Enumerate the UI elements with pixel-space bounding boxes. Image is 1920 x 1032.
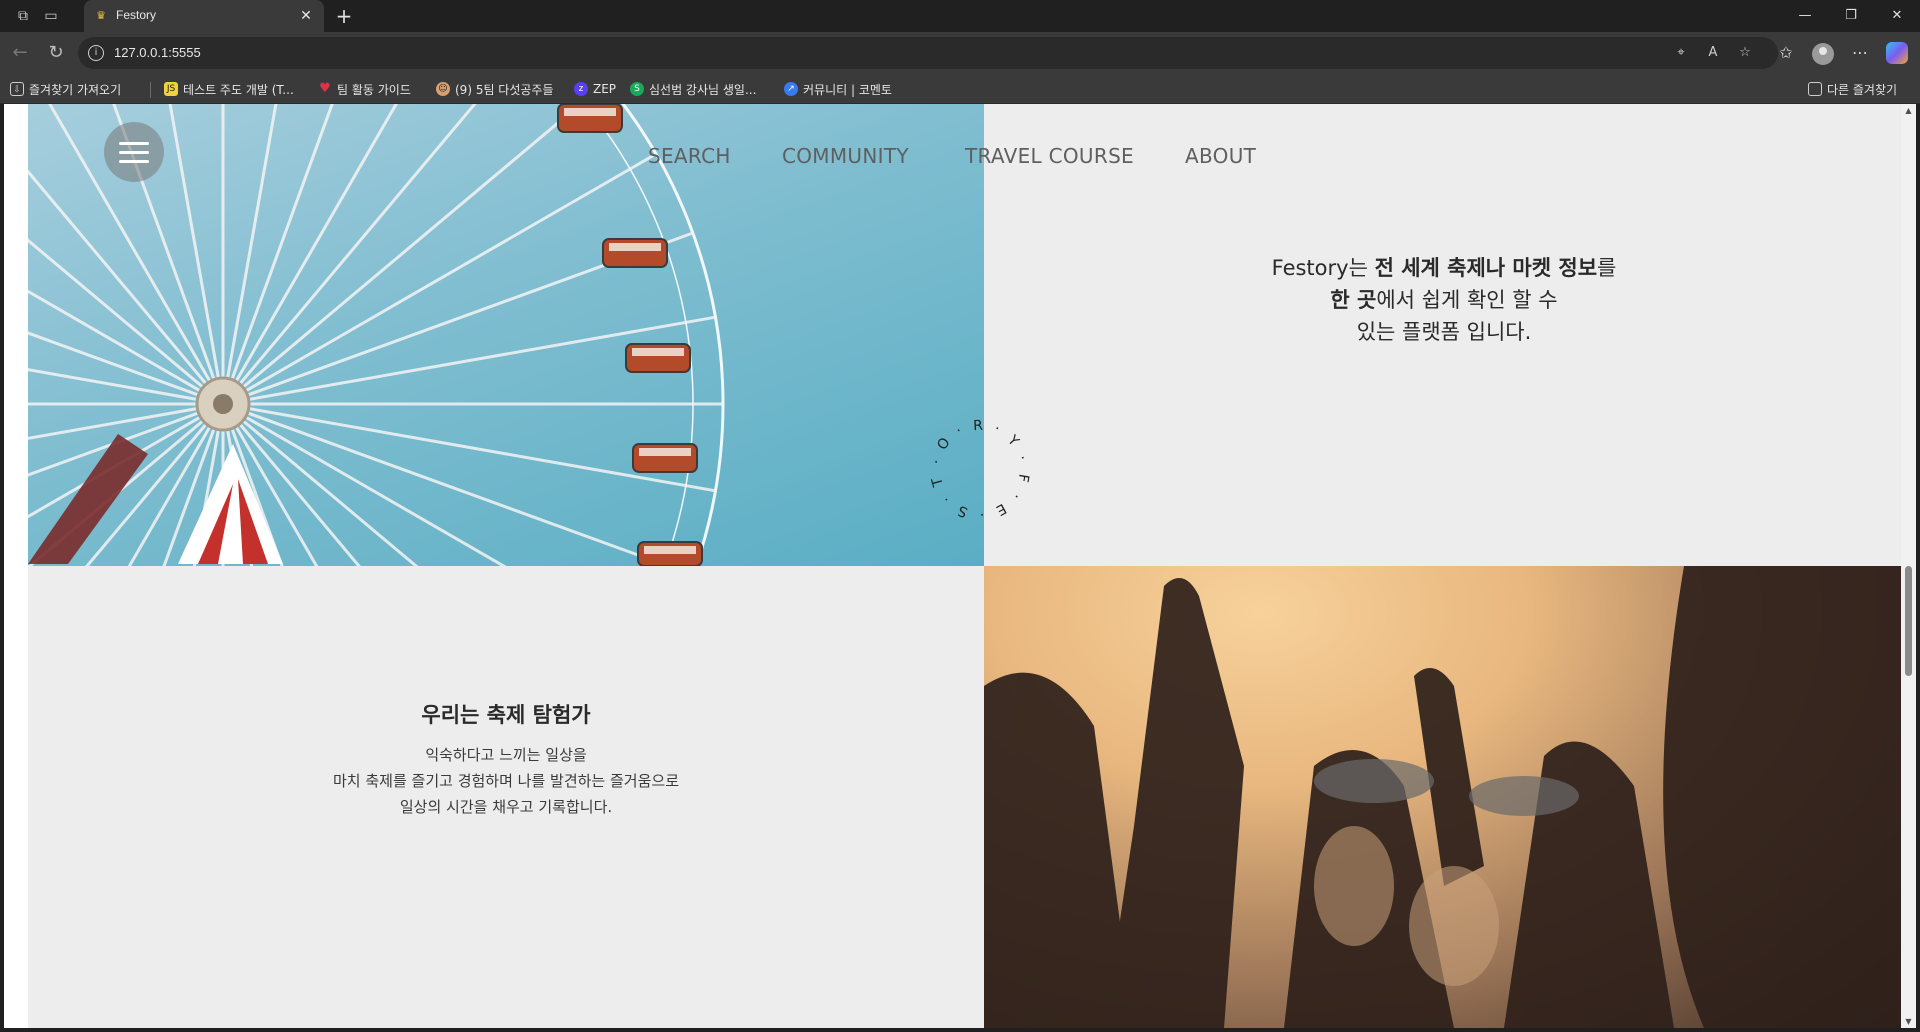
site-info-icon[interactable]: i <box>88 45 104 61</box>
new-tab-button[interactable]: + <box>332 4 356 28</box>
bookmark-label: 팀 활동 가이드 <box>337 82 411 97</box>
other-bookmarks-label: 다른 즐겨찾기 <box>1827 82 1898 97</box>
bookmark-team-guide[interactable]: ♥ 팀 활동 가이드 <box>318 80 411 98</box>
favorites-icon[interactable]: ✩ <box>1774 41 1798 65</box>
intro-part3: 에서 쉽게 확인 할 수 <box>1376 288 1558 312</box>
scroll-up-icon[interactable]: ▲ <box>1904 106 1913 115</box>
close-tab-icon[interactable]: ✕ <box>296 6 316 26</box>
intro-bold2: 한 곳 <box>1330 288 1377 312</box>
address-toolbar: ← ↻ i 127.0.0.1:5555 ⌖ A ☆ <box>0 32 1920 74</box>
concert-crowd-image <box>984 566 1901 1028</box>
close-window-button[interactable]: ✕ <box>1874 0 1920 32</box>
comento-icon: ↗ <box>784 82 798 96</box>
menu-bar <box>119 151 149 154</box>
bookmark-label: 테스트 주도 개발 (T... <box>183 82 294 97</box>
crown-icon: ♛ <box>96 9 106 22</box>
bookmark-tdd[interactable]: JS 테스트 주도 개발 (T... <box>164 80 294 98</box>
browser-titlebar: ⧉ ▭ ♛ Festory ✕ + — ❐ ✕ <box>0 0 1920 32</box>
intro-brand: Festory <box>1271 256 1349 280</box>
heart-icon: ♥ <box>319 81 331 96</box>
nav-travel-course[interactable]: TRAVEL COURSE <box>965 144 1134 168</box>
scroll-down-icon[interactable]: ▼ <box>1904 1017 1913 1026</box>
js-icon: JS <box>164 82 178 96</box>
menu-bar <box>119 142 149 145</box>
reload-button[interactable]: ↻ <box>44 41 68 65</box>
address-bar[interactable]: i 127.0.0.1:5555 ⌖ A ☆ <box>78 37 1778 69</box>
tab-actions-icon[interactable]: ▭ <box>42 7 60 25</box>
bookmark-label: (9) 5팀 다섯공주들 <box>455 82 554 97</box>
more-menu-icon[interactable]: ⋯ <box>1848 41 1872 65</box>
bookmark-label: 심선범 강사님 생일... <box>649 82 757 97</box>
tab-title: Festory <box>116 8 157 22</box>
minimize-button[interactable]: — <box>1782 0 1828 32</box>
bookmarks-bar: ⇩ 즐겨찾기 가져오기 JS 테스트 주도 개발 (T... ♥ 팀 활동 가이… <box>0 74 1920 104</box>
other-bookmarks[interactable]: 다른 즐겨찾기 <box>1808 80 1897 98</box>
page-scrollbar[interactable]: ▲ ▼ <box>1901 104 1916 1028</box>
nav-community[interactable]: COMMUNITY <box>782 144 909 168</box>
import-icon: ⇩ <box>10 82 24 96</box>
ferris-wheel-image <box>28 104 984 566</box>
favorite-star-icon[interactable]: ☆ <box>1736 44 1754 62</box>
zep-icon: z <box>574 82 588 96</box>
bookmark-zep[interactable]: z ZEP <box>574 80 616 98</box>
bookmark-birthday[interactable]: S 심선범 강사님 생일... <box>630 80 756 98</box>
s-icon: S <box>630 82 644 96</box>
browser-tab[interactable]: ♛ Festory ✕ <box>84 0 324 32</box>
circle-dot: · <box>979 505 985 523</box>
intro-line3: 있는 플랫폼 입니다. <box>1356 320 1532 344</box>
circle-letter: F <box>1014 472 1032 483</box>
url-text: 127.0.0.1:5555 <box>114 45 201 60</box>
menu-bar <box>119 160 149 163</box>
face-icon: ☺ <box>436 82 450 96</box>
nav-about[interactable]: ABOUT <box>1185 144 1256 168</box>
bookmark-label: ZEP <box>593 82 617 96</box>
explorer-line: 일상의 시간을 채우고 기록합니다. <box>399 798 613 816</box>
intro-part1: 는 <box>1348 256 1375 280</box>
circle-dot: · <box>928 458 945 466</box>
explorer-description: 익숙하다고 느끼는 일상을 마치 축제를 즐기고 경험하며 나를 발견하는 즐거… <box>28 742 984 820</box>
explorer-line: 익숙하다고 느끼는 일상을 <box>425 746 587 764</box>
workspaces-icon[interactable]: ⧉ <box>14 7 32 25</box>
bookmark-label: 즐겨찾기 가져오기 <box>29 82 122 97</box>
page-viewport: Festory는 전 세계 축제나 마켓 정보를 한 곳에서 쉽게 확인 할 수… <box>4 104 1901 1028</box>
crowd-illustration <box>984 566 1901 1028</box>
intro-bold1: 전 세계 축제나 마켓 정보 <box>1374 256 1598 280</box>
restore-button[interactable]: ❐ <box>1828 0 1874 32</box>
bookmark-import[interactable]: ⇩ 즐겨찾기 가져오기 <box>10 80 121 98</box>
copilot-icon[interactable] <box>1886 42 1908 64</box>
read-aloud-icon[interactable]: A <box>1704 44 1722 62</box>
bookmark-team5[interactable]: ☺ (9) 5팀 다섯공주들 <box>436 80 554 98</box>
circle-letter: R <box>972 417 984 435</box>
explorer-line: 마치 축제를 즐기고 경험하며 나를 발견하는 즐거움으로 <box>332 772 679 790</box>
intro-part2: 를 <box>1597 256 1617 280</box>
intro-text: Festory는 전 세계 축제나 마켓 정보를 한 곳에서 쉽게 확인 할 수… <box>1234 252 1654 348</box>
bookmark-comento[interactable]: ↗ 커뮤니티 | 코멘토 <box>784 80 892 98</box>
bookmark-label: 커뮤니티 | 코멘토 <box>803 82 892 97</box>
profile-avatar[interactable] <box>1812 43 1834 65</box>
ferris-wheel-illustration <box>28 104 725 566</box>
nav-search[interactable]: SEARCH <box>648 144 731 168</box>
location-icon[interactable]: ⌖ <box>1672 44 1690 62</box>
bookmark-separator <box>150 82 151 98</box>
back-button[interactable]: ← <box>8 41 32 65</box>
scroll-thumb[interactable] <box>1905 566 1912 676</box>
folder-icon <box>1808 82 1822 96</box>
explorer-title: 우리는 축제 탐험가 <box>421 703 591 727</box>
menu-button[interactable] <box>104 122 164 182</box>
